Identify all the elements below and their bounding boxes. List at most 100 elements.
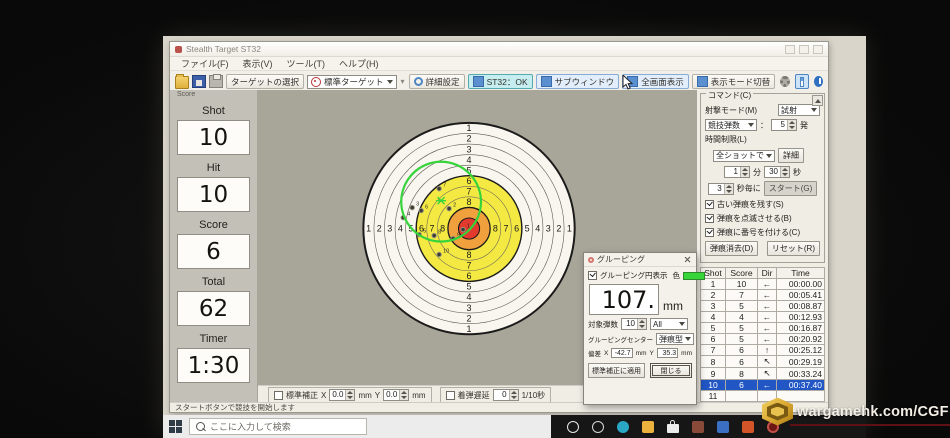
gear-icon[interactable]: [780, 76, 791, 87]
table-cell: 11: [700, 390, 726, 402]
edge-icon[interactable]: [617, 420, 629, 433]
target-shots-mode-dropdown[interactable]: All: [650, 318, 688, 330]
delay-label: 着弾遅延: [457, 390, 490, 400]
shot-count-dropdown[interactable]: 競技弾数: [705, 119, 757, 131]
minutes-stepper[interactable]: 1: [724, 166, 750, 178]
interval-stepper[interactable]: 3: [707, 182, 734, 195]
correction-x-stepper[interactable]: 0.0: [329, 389, 356, 402]
search-icon[interactable]: [567, 420, 579, 433]
task-view-icon[interactable]: [592, 420, 604, 433]
menu-item[interactable]: ファイル(F): [174, 57, 236, 70]
command-checkbox[interactable]: 弾痕を点滅させる(B): [705, 213, 820, 224]
menu-item[interactable]: 表示(V): [236, 57, 280, 70]
print-icon[interactable]: [209, 74, 223, 88]
maximize-button[interactable]: [799, 44, 809, 54]
checkbox-label: 古い弾痕を残す(S): [717, 200, 784, 209]
table-row[interactable]: 1 10 ← 00:00.00: [700, 278, 825, 290]
grouping-center-dropdown[interactable]: 弾痕型: [656, 333, 694, 345]
y-unit: mm: [412, 390, 426, 400]
command-checkbox[interactable]: 古い弾痕を残す(S): [705, 199, 820, 210]
command-checkbox[interactable]: 弾痕に番号を付ける(C): [705, 227, 820, 238]
device-status-button[interactable]: ST32：OK: [467, 74, 533, 89]
show-circle-checkbox[interactable]: [588, 271, 597, 280]
svg-text:8: 8: [467, 197, 472, 207]
target-combo[interactable]: 標準ターゲット: [307, 74, 397, 89]
table-cell: ←: [757, 333, 777, 345]
show-circle-label: グルーピング円表示: [600, 271, 668, 280]
svg-text:7: 7: [504, 224, 509, 234]
save-icon[interactable]: [192, 75, 206, 88]
app-icon: [175, 45, 182, 53]
menu-item[interactable]: ツール(T): [280, 57, 333, 70]
svg-text:3: 3: [467, 303, 472, 313]
settings-button[interactable]: 詳細設定: [408, 74, 465, 89]
close-icon[interactable]: [683, 255, 692, 264]
status-text: スタートボタンで競技を開始します: [175, 403, 295, 412]
table-row[interactable]: 3 5 ← 00:08.87: [700, 300, 825, 312]
svg-text:10: 10: [443, 248, 449, 254]
table-row[interactable]: 4 4 ← 00:12.93: [700, 311, 825, 323]
target-select-button[interactable]: ターゲットの選択: [226, 74, 305, 89]
display-mode-button[interactable]: 表示モード切替: [691, 74, 776, 89]
correction-checkbox[interactable]: [274, 390, 283, 400]
checkbox-icon: [705, 228, 714, 237]
apply-correction-button[interactable]: 標準補正に適用: [588, 363, 645, 378]
command-checkboxes: 古い弾痕を残す(S) 弾痕を点滅させる(B) 弾痕に番号を付ける(C): [705, 199, 820, 238]
open-folder-icon[interactable]: [175, 73, 189, 89]
table-row[interactable]: 8 6 ↖ 00:29.19: [700, 355, 825, 368]
target-shots-stepper[interactable]: 10: [621, 318, 647, 330]
score-group: Timer 1:30: [177, 333, 250, 383]
correction-y-stepper[interactable]: 0.0: [383, 389, 410, 402]
chevron-down-icon: [679, 322, 685, 326]
time-mode-dropdown[interactable]: 全ショットで: [713, 149, 775, 162]
photos-icon[interactable]: [692, 420, 704, 433]
store-icon[interactable]: [667, 419, 679, 433]
windows-start-icon[interactable]: [169, 420, 182, 433]
shot-table: Shot Score Dir Time 1 10 ← 00:00.00 2 7 ← 00:05…: [700, 267, 825, 404]
score-label: Hit: [206, 162, 221, 174]
taskbar-search[interactable]: ここに入力して検索: [189, 418, 367, 435]
menu-item[interactable]: ヘルプ(H): [332, 57, 386, 70]
reset-button[interactable]: リセット(R): [766, 241, 820, 256]
dialog-close-button[interactable]: 閉じる: [650, 363, 692, 378]
table-row[interactable]: 2 7 ← 00:05.41: [700, 289, 825, 301]
info-icon[interactable]: [814, 76, 823, 87]
table-row[interactable]: 5 5 ← 00:16.87: [700, 322, 825, 334]
mail-icon[interactable]: [717, 420, 729, 433]
table-row[interactable]: 9 8 ↖ 00:33.24: [700, 367, 825, 380]
watermark-text: wargamehk.com/CGF: [797, 403, 949, 420]
close-button[interactable]: [813, 44, 823, 54]
app-orange-icon[interactable]: [742, 420, 754, 433]
subwindow-button[interactable]: サブウィンドウ: [535, 74, 620, 89]
table-row[interactable]: 7 6 ↑ 00:25.12: [700, 344, 825, 356]
folder-icon[interactable]: [642, 420, 654, 433]
table-cell: 00:00.00: [776, 278, 825, 290]
table-cell: 00:37.40: [776, 379, 825, 391]
detail-button[interactable]: 詳細: [778, 148, 804, 163]
svg-text:3: 3: [546, 224, 551, 234]
dialog-title-bar[interactable]: グルーピング: [584, 253, 696, 267]
start-button[interactable]: スタート(G): [763, 181, 818, 196]
table-row[interactable]: 6 5 ← 00:20.92: [700, 333, 825, 345]
table-row[interactable]: 10 6 ← 00:37.40: [700, 379, 825, 391]
delay-stepper[interactable]: 0: [492, 389, 519, 402]
grouping-toggle-button[interactable]: [795, 74, 810, 89]
score-groups: Shot 10 Hit 10 Score 6 Total 62 Timer 1:30: [177, 105, 250, 383]
laptop-screen: Stealth Target ST32 ファイル(F) 表示(V) ツール(T) ヘル…: [163, 36, 866, 438]
collapse-button[interactable]: [812, 95, 823, 106]
minimize-button[interactable]: [785, 44, 795, 54]
table-cell: 8: [700, 355, 726, 368]
bullet-hole: [431, 232, 437, 239]
score-group: Hit 10: [177, 162, 250, 212]
settings-label: 詳細設定: [425, 76, 460, 87]
clear-holes-button[interactable]: 弾痕消去(D): [705, 241, 759, 256]
table-cell: 00:16.87: [776, 322, 825, 334]
subwindow-icon: [540, 76, 552, 87]
circle-color-swatch[interactable]: [683, 271, 705, 280]
score-group: Score 6: [177, 219, 250, 269]
delay-checkbox[interactable]: [445, 390, 455, 400]
shot-count-stepper[interactable]: 5: [771, 119, 797, 131]
seconds-stepper[interactable]: 30: [764, 166, 790, 178]
table-header-row: Shot Score Dir Time: [700, 267, 825, 279]
svg-text:7: 7: [443, 183, 446, 189]
